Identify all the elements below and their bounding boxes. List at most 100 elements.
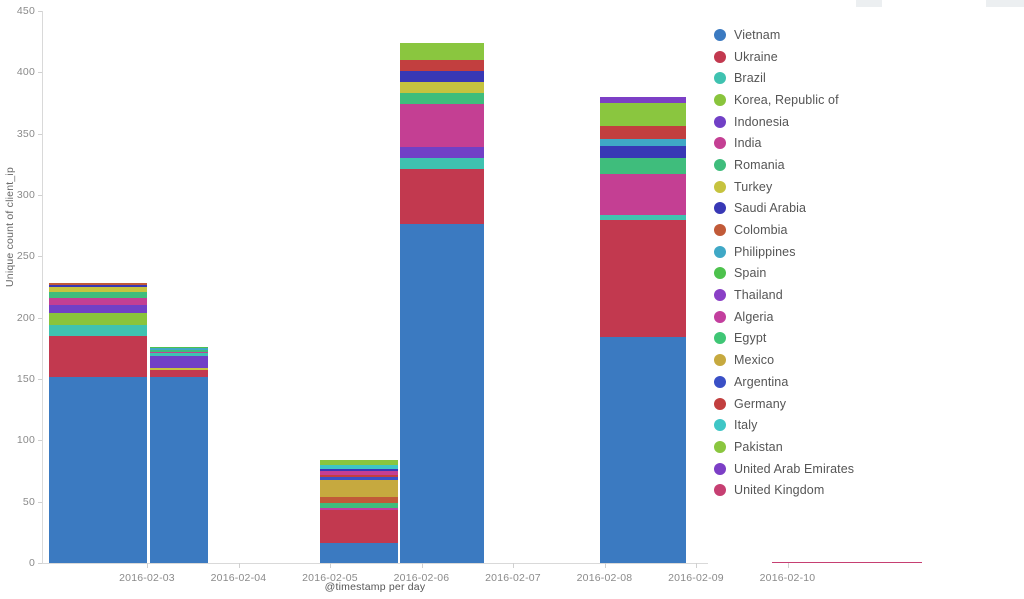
legend-item-label: Egypt bbox=[734, 331, 767, 346]
y-tick-mark bbox=[38, 195, 42, 196]
legend-item-label: Thailand bbox=[734, 288, 783, 303]
legend-item[interactable]: India bbox=[714, 132, 1020, 154]
legend-item-label: Korea, Republic of bbox=[734, 92, 839, 107]
legend-item[interactable]: Italy bbox=[714, 414, 1020, 436]
chart-legend: Vietnam Ukraine Brazil Korea, Republic of In… bbox=[714, 24, 1020, 501]
bar-segment[interactable] bbox=[600, 337, 686, 563]
bar-stack[interactable] bbox=[320, 11, 398, 563]
legend-item[interactable]: Pakistan bbox=[714, 436, 1020, 458]
legend-item-label: United Kingdom bbox=[734, 483, 825, 498]
legend-item[interactable]: Indonesia bbox=[714, 111, 1020, 133]
bar-segment[interactable] bbox=[772, 561, 922, 563]
legend-item[interactable]: Brazil bbox=[714, 67, 1020, 89]
y-tick-mark bbox=[38, 563, 42, 564]
x-tick-mark bbox=[147, 563, 148, 568]
bar-segment[interactable] bbox=[49, 312, 147, 326]
window-chrome-fragment-left bbox=[856, 0, 882, 7]
chart-screenshot: Unique count of client_ip 0 50 100 150 200 25… bbox=[0, 0, 1024, 599]
bar-segment[interactable] bbox=[320, 543, 398, 563]
y-tick-mark bbox=[38, 11, 42, 12]
legend-color-swatch-icon bbox=[714, 375, 726, 388]
bar-stack[interactable] bbox=[600, 11, 686, 563]
legend-color-swatch-icon bbox=[714, 72, 726, 85]
legend-item-label: Saudi Arabia bbox=[734, 201, 807, 216]
legend-color-swatch-icon bbox=[714, 245, 726, 258]
legend-item[interactable]: Colombia bbox=[714, 219, 1020, 241]
bar-segment[interactable] bbox=[600, 145, 686, 159]
bar-segment[interactable] bbox=[49, 305, 147, 313]
legend-item-label: Italy bbox=[734, 418, 758, 433]
bar-segment[interactable] bbox=[400, 224, 484, 563]
bar-segment[interactable] bbox=[600, 138, 686, 146]
bar-segment[interactable] bbox=[400, 169, 484, 225]
legend-item[interactable]: Mexico bbox=[714, 349, 1020, 371]
legend-color-swatch-icon bbox=[714, 484, 726, 497]
bar-segment[interactable] bbox=[400, 82, 484, 94]
legend-item[interactable]: Argentina bbox=[714, 371, 1020, 393]
bar-segment[interactable] bbox=[400, 93, 484, 105]
bar-segment[interactable] bbox=[600, 158, 686, 175]
bar-segment[interactable] bbox=[400, 71, 484, 83]
bar-segment[interactable] bbox=[400, 104, 484, 148]
legend-item-label: Spain bbox=[734, 266, 767, 281]
legend-item-label: Vietnam bbox=[734, 27, 781, 42]
bar-segment[interactable] bbox=[49, 376, 147, 563]
legend-color-swatch-icon bbox=[714, 93, 726, 106]
bar-segment[interactable] bbox=[320, 479, 398, 497]
legend-item[interactable]: Egypt bbox=[714, 328, 1020, 350]
bar-segment[interactable] bbox=[49, 325, 147, 337]
legend-color-swatch-icon bbox=[714, 267, 726, 280]
legend-item[interactable]: Korea, Republic of bbox=[714, 89, 1020, 111]
y-tick-mark bbox=[38, 317, 42, 319]
legend-item-label: Colombia bbox=[734, 223, 788, 238]
bar-segment[interactable] bbox=[600, 126, 686, 139]
bar-segment[interactable] bbox=[49, 336, 147, 377]
x-tick-mark bbox=[787, 563, 789, 568]
legend-item-label: India bbox=[734, 136, 762, 151]
legend-item[interactable]: Philippines bbox=[714, 241, 1020, 263]
legend-color-swatch-icon bbox=[714, 419, 726, 432]
legend-item[interactable]: Saudi Arabia bbox=[714, 198, 1020, 220]
legend-color-swatch-icon bbox=[714, 180, 726, 193]
legend-color-swatch-icon bbox=[714, 289, 726, 302]
bar-segment[interactable] bbox=[600, 219, 686, 338]
legend-color-swatch-icon bbox=[714, 50, 726, 63]
x-tick-mark bbox=[604, 563, 606, 568]
bar-segment[interactable] bbox=[400, 158, 484, 170]
bar-stack[interactable] bbox=[400, 11, 484, 563]
legend-item[interactable]: United Arab Emirates bbox=[714, 458, 1020, 480]
bar-stack[interactable] bbox=[150, 11, 208, 563]
legend-color-swatch-icon bbox=[714, 332, 726, 345]
legend-color-swatch-icon bbox=[714, 202, 726, 215]
bar-segment[interactable] bbox=[600, 103, 686, 127]
bar-segment[interactable] bbox=[320, 510, 398, 544]
legend-item-label: Mexico bbox=[734, 353, 775, 368]
legend-item[interactable]: United Kingdom bbox=[714, 479, 1020, 501]
legend-item-label: Indonesia bbox=[734, 114, 790, 129]
bar-segment[interactable] bbox=[400, 42, 484, 61]
legend-item[interactable]: Algeria bbox=[714, 306, 1020, 328]
legend-item[interactable]: Spain bbox=[714, 263, 1020, 285]
bar-segment[interactable] bbox=[150, 376, 208, 563]
legend-color-swatch-icon bbox=[714, 158, 726, 171]
bar-segment[interactable] bbox=[400, 60, 484, 72]
legend-color-swatch-icon bbox=[714, 354, 726, 367]
legend-item[interactable]: Vietnam bbox=[714, 24, 1020, 46]
legend-item[interactable]: Romania bbox=[714, 154, 1020, 176]
bar-segment[interactable] bbox=[400, 147, 484, 159]
legend-item[interactable]: Turkey bbox=[714, 176, 1020, 198]
y-tick-mark bbox=[38, 440, 42, 442]
legend-item[interactable]: Thailand bbox=[714, 284, 1020, 306]
plot-area: 0 50 100 150 200 250 300 350 400 450 2016-02-03 20… bbox=[17, 5, 922, 584]
x-axis-title: @timestamp per day bbox=[324, 581, 426, 593]
bar-segment[interactable] bbox=[49, 298, 147, 306]
legend-color-swatch-icon bbox=[714, 115, 726, 128]
bar-segment[interactable] bbox=[600, 174, 686, 215]
legend-color-swatch-icon bbox=[714, 462, 726, 475]
legend-item-label: Argentina bbox=[734, 374, 789, 389]
x-tick-mark bbox=[330, 563, 331, 568]
legend-item[interactable]: Germany bbox=[714, 393, 1020, 415]
bar-segment[interactable] bbox=[150, 355, 208, 368]
legend-item[interactable]: Ukraine bbox=[714, 46, 1020, 68]
bar-stack[interactable] bbox=[49, 11, 147, 563]
